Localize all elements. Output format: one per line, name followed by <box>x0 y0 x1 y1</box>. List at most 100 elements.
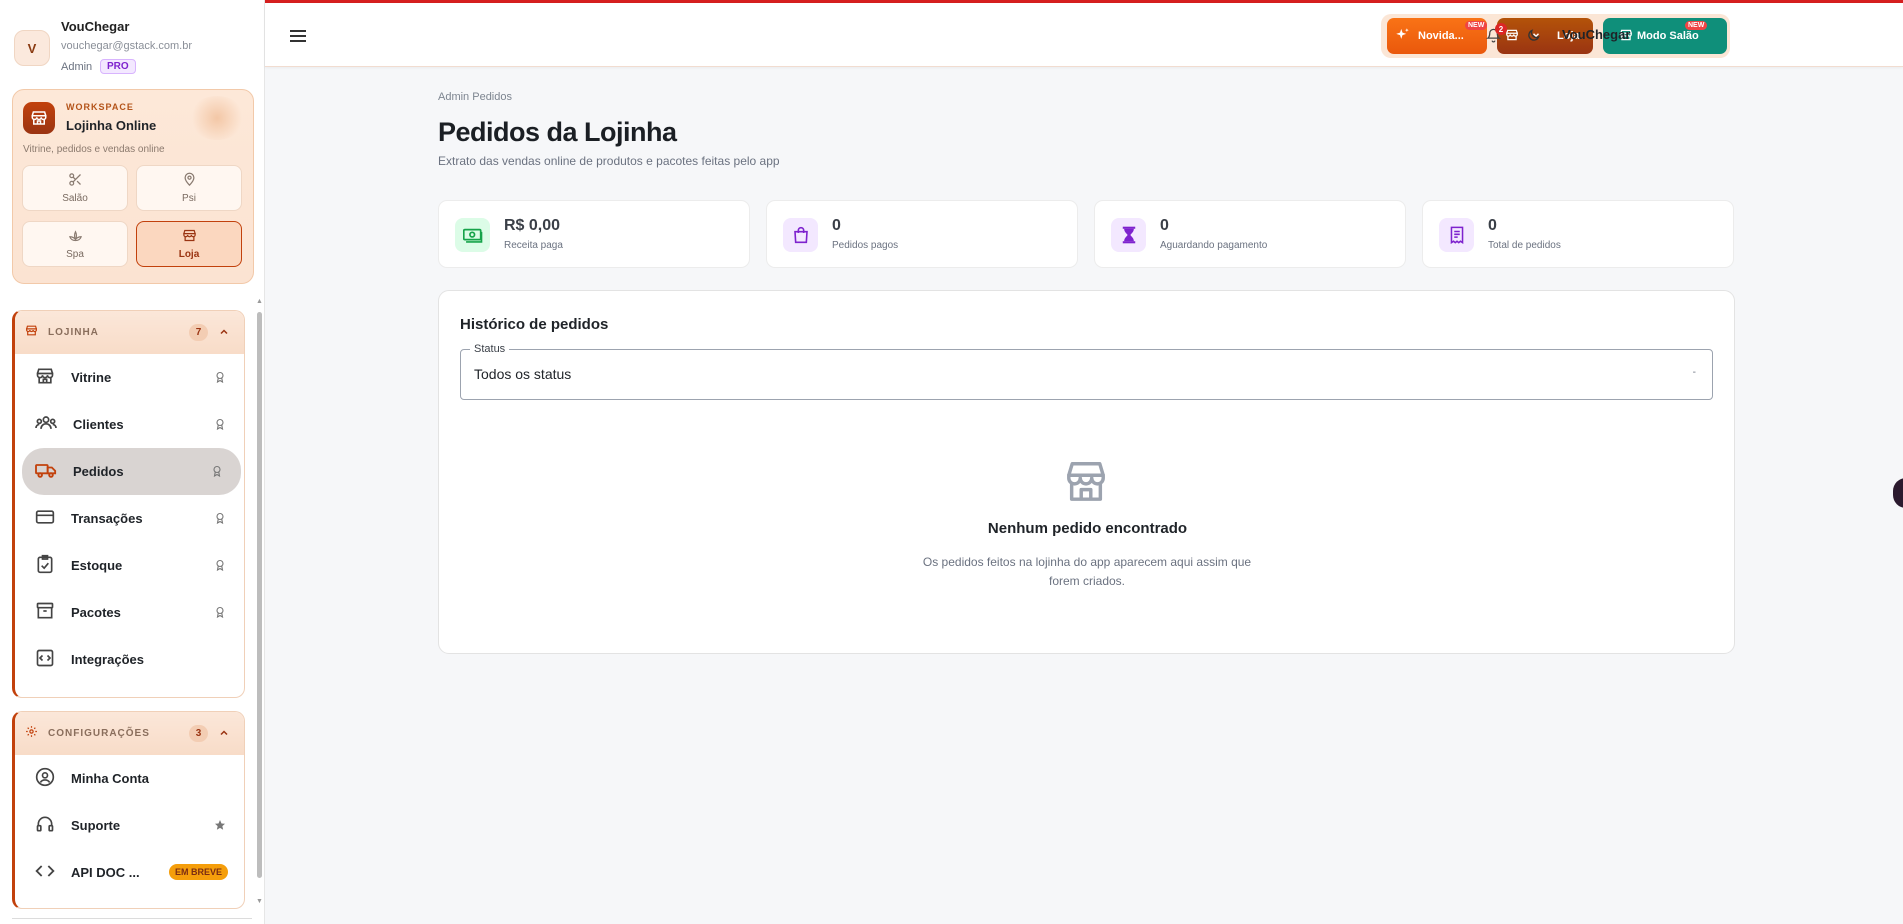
workspace-mode-salao[interactable]: Salão <box>22 165 128 211</box>
award-icon <box>214 512 226 527</box>
coming-soon-badge: EM BREVE <box>168 864 228 880</box>
workspace-mode-spa[interactable]: Spa <box>22 221 128 267</box>
user-name: VouChegar <box>61 19 130 34</box>
workspace-glow <box>189 96 245 140</box>
sidebar-item-suporte[interactable]: Suporte <box>15 802 244 849</box>
sidebar-footer-divider <box>12 918 252 919</box>
sidebar-item-label: Transações <box>71 511 143 526</box>
page-subtitle: Extrato das vendas online de produtos e … <box>438 154 780 168</box>
floating-chat-widget[interactable] <box>1893 478 1903 508</box>
stat-label: Receita paga <box>504 240 563 251</box>
award-icon <box>214 559 226 574</box>
user-profile[interactable]: V VouChegar vouchegar@gstack.com.br Admi… <box>14 16 254 78</box>
storefront-icon <box>1063 459 1109 508</box>
archive-icon <box>35 601 55 624</box>
order-history-card: Histórico de pedidos Status Todos os sta… <box>438 290 1735 654</box>
storefront-icon <box>1505 28 1519 45</box>
chevron-up-icon[interactable] <box>218 726 230 744</box>
storefront-icon <box>35 366 55 389</box>
sidebar-item-clientes[interactable]: Clientes <box>15 401 244 448</box>
sidebar-item-integracoes[interactable]: Integrações <box>15 636 244 683</box>
sidebar-item-vitrine[interactable]: Vitrine <box>15 354 244 401</box>
workspace-mode-label: Salão <box>62 193 88 204</box>
workspace-kicker: WORKSPACE <box>66 102 134 112</box>
section-header-configuracoes[interactable]: CONFIGURAÇÕES 3 <box>15 712 244 755</box>
award-icon <box>214 418 226 433</box>
workspace-mode-psi[interactable]: Psi <box>136 165 242 211</box>
gear-icon <box>25 725 38 743</box>
sidebar-item-pedidos[interactable]: Pedidos <box>22 448 241 495</box>
sidebar-item-label: API DOC ... <box>71 865 140 880</box>
stat-label: Total de pedidos <box>1488 240 1561 251</box>
modo-salao-label: Modo Salão <box>1637 30 1699 42</box>
section-count: 3 <box>189 725 208 742</box>
storefront-icon <box>25 324 38 342</box>
user-circle-icon <box>35 767 55 790</box>
sidebar-item-estoque[interactable]: Estoque <box>15 542 244 589</box>
sidebar-scrollbar-thumb[interactable] <box>257 312 262 878</box>
sidebar-item-label: Estoque <box>71 558 123 573</box>
stat-label: Aguardando pagamento <box>1160 240 1268 251</box>
sidebar-section-configuracoes: CONFIGURAÇÕES 3 Minha Conta Suporte API … <box>12 711 245 909</box>
stat-card-pedidos-pagos: 0 Pedidos pagos <box>766 200 1078 268</box>
location-pin-icon <box>182 172 197 190</box>
sidebar-item-label: Pedidos <box>73 464 124 479</box>
breadcrumb: Admin Pedidos <box>438 91 512 103</box>
headset-icon <box>35 814 55 837</box>
workspace-description: Vitrine, pedidos e vendas online <box>23 144 165 155</box>
new-badge: NEW <box>1465 21 1488 30</box>
top-action-group: Novida... NEW Loja Modo Salão NEW <box>1381 14 1730 58</box>
workspace-mode-label: Spa <box>66 249 84 260</box>
user-email: vouchegar@gstack.com.br <box>61 40 193 52</box>
avatar[interactable]: V <box>14 30 50 66</box>
sidebar-item-label: Suporte <box>71 818 121 833</box>
sidebar-item-transacoes[interactable]: Transações <box>15 495 244 542</box>
user-role: Admin <box>61 61 93 73</box>
workspace-mode-label: Loja <box>178 249 200 260</box>
sidebar-item-label: Vitrine <box>71 370 112 385</box>
moon-icon[interactable] <box>1526 28 1541 48</box>
credit-card-icon <box>35 507 55 530</box>
sidebar-item-label: Clientes <box>73 417 124 432</box>
scroll-down-arrow-icon[interactable]: ▼ <box>256 898 263 905</box>
section-header-lojinha[interactable]: LOJINHA 7 <box>15 311 244 354</box>
storefront-icon <box>23 102 55 134</box>
cash-icon <box>455 218 490 252</box>
workspace-title: Lojinha Online <box>66 118 157 133</box>
sidebar-item-label: Minha Conta <box>71 771 149 786</box>
sidebar-section-lojinha: LOJINHA 7 Vitrine Clientes Pedidos Trans… <box>12 310 245 698</box>
sidebar-item-label: Pacotes <box>71 605 121 620</box>
sidebar: V VouChegar vouchegar@gstack.com.br Admi… <box>0 0 265 924</box>
plan-badge: PRO <box>100 59 136 74</box>
novidades-button[interactable]: Novida... NEW <box>1387 18 1488 54</box>
workspace-card: WORKSPACE Lojinha Online Vitrine, pedido… <box>12 89 254 284</box>
award-icon <box>214 606 226 621</box>
workspace-mode-label: Psi <box>182 193 196 204</box>
storefront-icon <box>182 228 197 246</box>
receipt-icon <box>1439 218 1474 252</box>
sparkles-icon <box>1395 27 1410 45</box>
empty-state-description: Os pedidos feitos na lojinha do app apar… <box>922 555 1252 588</box>
sidebar-item-api-doc[interactable]: API DOC ... EM BREVE <box>15 849 244 896</box>
sidebar-item-minha-conta[interactable]: Minha Conta <box>15 755 244 802</box>
topbar-username[interactable]: VouChegar <box>1562 27 1630 42</box>
star-icon <box>214 819 226 834</box>
page-title: Pedidos da Lojinha <box>438 117 677 147</box>
menu-icon[interactable] <box>290 29 306 48</box>
users-icon <box>35 413 57 436</box>
chevron-up-icon[interactable] <box>218 325 230 343</box>
workspace-mode-loja[interactable]: Loja <box>136 221 242 267</box>
empty-state-title: Nenhum pedido encontrado <box>987 520 1188 537</box>
status-select-label: Status <box>470 343 510 355</box>
dropdown-caret-icon: - <box>1692 367 1696 378</box>
stat-value: 0 <box>832 217 841 234</box>
stat-card-receita: R$ 0,00 Receita paga <box>438 200 750 268</box>
lotus-icon <box>68 228 83 246</box>
stat-card-aguardando: 0 Aguardando pagamento <box>1094 200 1406 268</box>
sidebar-item-pacotes[interactable]: Pacotes <box>15 589 244 636</box>
clipboard-check-icon <box>35 554 55 577</box>
shopping-bag-icon <box>783 218 818 252</box>
status-select[interactable]: Status Todos os status - <box>460 343 1713 400</box>
scroll-up-arrow-icon[interactable]: ▲ <box>256 298 263 305</box>
section-count: 7 <box>189 324 208 341</box>
